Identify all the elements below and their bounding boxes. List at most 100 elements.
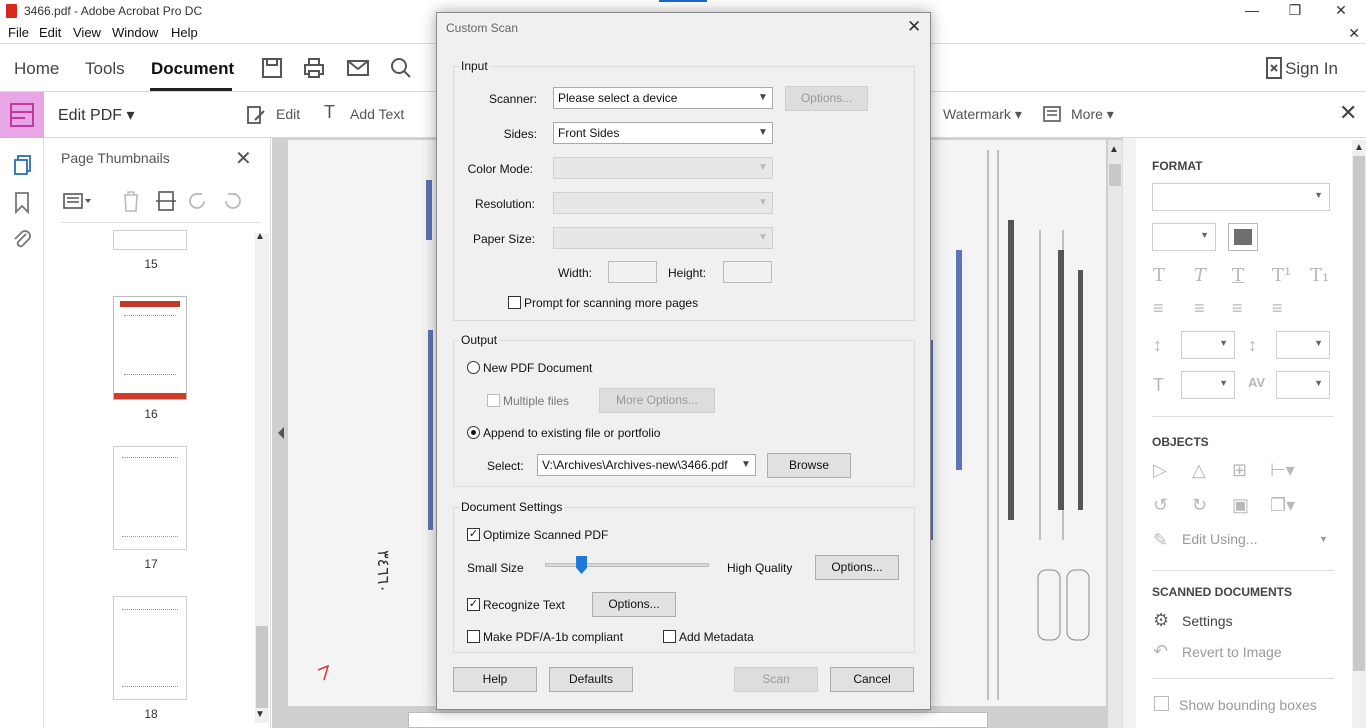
color-mode-select[interactable]: ▼	[553, 157, 773, 179]
close-window-icon[interactable]: ✕	[1331, 2, 1351, 19]
more-options-button[interactable]: More Options...	[599, 388, 715, 413]
scanner-options-button[interactable]: Options...	[785, 86, 868, 111]
tab-tools[interactable]: Tools	[85, 59, 125, 79]
menu-edit[interactable]: Edit	[39, 25, 61, 40]
text-underline-icon[interactable]: T	[1232, 265, 1244, 286]
edit-tool[interactable]: Edit	[276, 106, 300, 122]
align-right-icon[interactable]: ≡	[1232, 298, 1243, 319]
thumbnail-page-18[interactable]	[113, 596, 187, 700]
font-size-dropdown[interactable]: ▼	[1152, 223, 1216, 251]
quality-slider-track[interactable]	[545, 563, 709, 567]
paragraph-spacing-dropdown[interactable]: ▼	[1276, 331, 1330, 359]
paper-size-select[interactable]: ▼	[553, 227, 773, 249]
edit-pdf-menu[interactable]: Edit PDF ▾	[58, 105, 135, 125]
menu-window[interactable]: Window	[112, 25, 158, 40]
document-scrollbar[interactable]: ▲	[1108, 140, 1122, 728]
horizontal-scale-dropdown[interactable]: ▼	[1181, 371, 1235, 399]
search-icon[interactable]	[389, 56, 413, 80]
delete-page-icon[interactable]	[121, 190, 141, 212]
scan-settings-link[interactable]: Settings	[1182, 613, 1233, 629]
subscript-icon[interactable]: T₁	[1310, 265, 1329, 286]
append-file-select[interactable]: V:\Archives\Archives-new\3466.pdf ▼	[537, 454, 756, 476]
scanner-select[interactable]: Please select a device ▼	[553, 87, 773, 109]
defaults-button[interactable]: Defaults	[549, 667, 633, 692]
previous-page-icon[interactable]	[276, 426, 286, 440]
revert-to-image-link[interactable]: Revert to Image	[1182, 644, 1282, 660]
menu-help[interactable]: Help	[171, 25, 198, 40]
pdfa-checkbox[interactable]	[467, 630, 480, 643]
bookmark-icon[interactable]	[14, 192, 30, 214]
prompt-more-pages-checkbox[interactable]	[508, 296, 521, 309]
rotate-left-icon[interactable]: ↺	[1153, 495, 1168, 516]
tab-document[interactable]: Document	[151, 59, 234, 79]
optimize-checkbox[interactable]: ✓	[467, 528, 480, 541]
text-bold-icon[interactable]: T	[1153, 265, 1165, 286]
recognize-text-checkbox[interactable]: ✓	[467, 598, 480, 611]
flip-vertical-icon[interactable]: ▷	[1153, 460, 1167, 481]
align-objects-icon[interactable]: ⊢▾	[1270, 460, 1295, 481]
thumbnail-page-17[interactable]	[113, 446, 187, 550]
page-thumbnails-icon[interactable]	[12, 154, 34, 176]
scan-button[interactable]: Scan	[734, 667, 818, 692]
close-pane-icon[interactable]: ✕	[235, 146, 252, 171]
sides-select[interactable]: Front Sides ▼	[553, 122, 773, 144]
email-icon[interactable]	[346, 56, 370, 80]
insert-page-icon[interactable]	[155, 190, 177, 212]
resolution-select[interactable]: ▼	[553, 192, 773, 214]
line-spacing-dropdown[interactable]: ▼	[1181, 331, 1235, 359]
restore-icon[interactable]: ❐	[1285, 2, 1305, 19]
print-icon[interactable]	[302, 56, 326, 80]
bounding-boxes-checkbox[interactable]	[1154, 696, 1169, 711]
scroll-down-icon[interactable]: ▼	[255, 709, 265, 720]
save-icon[interactable]	[260, 56, 284, 80]
add-text-tool[interactable]: Add Text	[350, 106, 404, 122]
new-pdf-radio[interactable]	[467, 361, 480, 374]
thumbnail-page-16[interactable]	[113, 296, 187, 400]
sign-in-link[interactable]: Sign In	[1285, 59, 1338, 79]
font-family-dropdown[interactable]: ▼	[1152, 183, 1330, 211]
rotate-ccw-icon[interactable]	[187, 190, 209, 212]
scroll-up-icon[interactable]: ▲	[255, 231, 265, 242]
edit-pdf-tool-icon[interactable]	[0, 92, 44, 138]
edit-text-icon[interactable]	[245, 104, 267, 126]
dialog-close-icon[interactable]: ✕	[907, 17, 921, 37]
text-italic-icon[interactable]: T	[1194, 265, 1206, 286]
text-color-swatch[interactable]	[1228, 223, 1258, 251]
width-field[interactable]	[608, 261, 657, 283]
rotate-cw-icon[interactable]	[221, 190, 243, 212]
more-tool[interactable]: More ▾	[1071, 106, 1114, 123]
right-panel-scrollbar[interactable]: ▲	[1352, 140, 1366, 728]
tab-home[interactable]: Home	[14, 59, 59, 79]
crop-icon[interactable]: ⊞	[1232, 460, 1247, 481]
attachment-icon[interactable]	[12, 228, 32, 250]
close-document-icon[interactable]: ✕	[1348, 25, 1360, 42]
rotate-right-icon[interactable]: ↻	[1192, 495, 1207, 516]
minimize-icon[interactable]: —	[1242, 2, 1262, 18]
add-metadata-checkbox[interactable]	[663, 630, 676, 643]
mobile-link-icon[interactable]	[1262, 56, 1286, 80]
menu-file[interactable]: File	[8, 25, 29, 40]
menu-view[interactable]: View	[73, 25, 101, 40]
recognize-options-button[interactable]: Options...	[592, 592, 676, 617]
thumbnail-page-15[interactable]	[113, 230, 187, 250]
character-spacing-dropdown[interactable]: ▼	[1276, 371, 1330, 399]
help-button[interactable]: Help	[453, 667, 537, 692]
flip-horizontal-icon[interactable]: △	[1192, 460, 1206, 481]
replace-image-icon[interactable]: ▣	[1232, 495, 1249, 516]
thumbnail-options-icon[interactable]	[63, 192, 93, 210]
height-field[interactable]	[723, 261, 772, 283]
append-radio[interactable]	[467, 426, 480, 439]
justify-icon[interactable]: ≡	[1272, 298, 1283, 319]
cancel-button[interactable]: Cancel	[830, 667, 914, 692]
optimize-options-button[interactable]: Options...	[815, 555, 899, 580]
browse-button[interactable]: Browse	[767, 453, 851, 478]
superscript-icon[interactable]: T¹	[1272, 265, 1291, 286]
align-left-icon[interactable]: ≡	[1153, 298, 1164, 319]
watermark-tool[interactable]: Watermark ▾	[943, 106, 1022, 123]
multiple-files-checkbox[interactable]	[487, 394, 500, 407]
arrange-objects-icon[interactable]: ❐▾	[1270, 495, 1295, 516]
edit-using-menu[interactable]: Edit Using...	[1182, 531, 1257, 547]
align-center-icon[interactable]: ≡	[1194, 298, 1205, 319]
edit-using-arrow-icon[interactable]: ▼	[1319, 534, 1328, 544]
close-toolbar-icon[interactable]: ✕	[1339, 100, 1357, 126]
